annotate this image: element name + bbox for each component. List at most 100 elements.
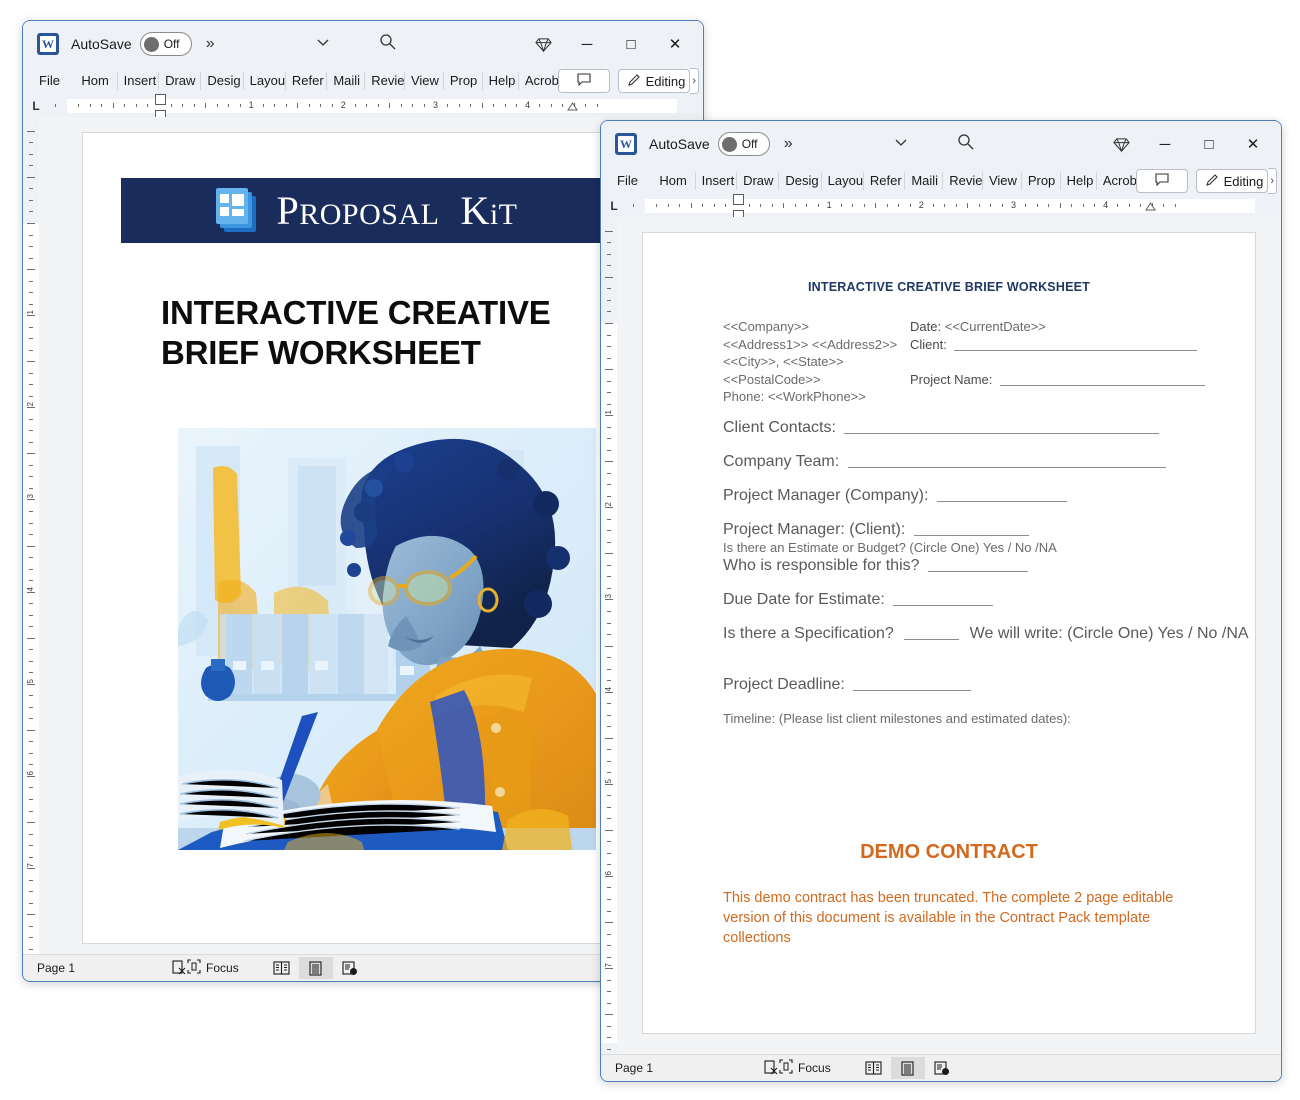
timeline-label: Timeline: (Please list client milestones… [723,711,1071,726]
word-window-foreground[interactable]: W AutoSave Off » ─ □ ✕ File Hom Insert D… [600,120,1282,1082]
horizontal-ruler-window1[interactable]: L 1 2 3 4 [23,94,703,121]
tab-design-2[interactable]: Desig [779,172,822,190]
due-date-rule[interactable] [893,592,994,606]
proofing-errors-icon[interactable] [171,959,187,978]
autosave-label-2: AutoSave [649,136,710,152]
ribbon-overflow-caret[interactable]: › [690,68,699,94]
read-mode-button-2[interactable] [857,1057,891,1079]
company-team-rule[interactable] [847,454,1166,468]
titlebar-window2: W AutoSave Off » ─ □ ✕ [601,121,1281,167]
tab-proposal-2[interactable]: Prop [1022,172,1061,190]
tab-insert-2[interactable]: Insert [696,172,738,190]
diamond-icon-2[interactable] [1099,121,1143,167]
close-button[interactable]: ✕ [653,21,697,67]
search-icon-2[interactable] [957,133,974,155]
comment-button-2[interactable] [1135,169,1188,193]
first-line-indent-marker-2[interactable] [733,194,744,205]
tab-mailings[interactable]: Maili [327,72,366,90]
print-layout-button-2[interactable] [890,1057,925,1079]
page-indicator-2[interactable]: Page 1 [615,1061,653,1075]
autosave-toggle-knob [143,36,159,52]
worksheet-heading: INTERACTIVE CREATIVE BRIEF WORKSHEET [808,280,1090,294]
autosave-toggle[interactable]: Off [139,32,192,56]
chevron-down-icon[interactable] [315,34,331,54]
tab-file-2[interactable]: File [611,172,653,190]
vruler-tick-3: 3 [604,594,613,599]
vertical-ruler-window1[interactable]: 1 2 3 4 5 6 7 [23,117,39,958]
editing-mode-button-2[interactable]: Editing [1195,169,1269,193]
tab-mailings-2[interactable]: Maili [905,172,944,190]
tab-stop-selector[interactable]: L [23,99,49,113]
client-contacts-rule[interactable] [844,420,1160,434]
close-button-2[interactable]: ✕ [1231,121,1275,167]
tab-home-2[interactable]: Hom [653,172,696,190]
tab-review[interactable]: Revie [365,72,405,90]
tab-references[interactable]: Refer [286,72,328,90]
tab-acrobat-2[interactable]: Acrob [1097,172,1136,190]
tab-insert[interactable]: Insert [118,72,160,90]
client-contacts-label: Client Contacts: [723,419,836,436]
specification-rule[interactable] [904,626,960,640]
tab-help-2[interactable]: Help [1061,172,1097,190]
estimate-budget-question: Is there an Estimate or Budget? (Circle … [723,540,1057,555]
tab-draw-2[interactable]: Draw [737,172,780,190]
qat-overflow-icon[interactable]: » [206,35,215,53]
document-page-2[interactable]: INTERACTIVE CREATIVE BRIEF WORKSHEET <<C… [643,233,1255,1033]
focus-mode-button[interactable]: Focus [187,959,239,977]
tab-draw[interactable]: Draw [159,72,202,90]
tab-references-2[interactable]: Refer [864,172,906,190]
tab-review-2[interactable]: Revie [943,172,983,190]
minimize-button[interactable]: ─ [565,21,609,67]
editing-mode-button[interactable]: Editing [617,69,691,93]
project-manager-company-rule[interactable] [936,488,1067,502]
client-input-rule[interactable] [954,337,1198,351]
search-icon[interactable] [379,33,396,55]
page-indicator[interactable]: Page 1 [37,961,75,975]
right-indent-marker-2[interactable] [1145,202,1156,211]
responsible-rule[interactable] [927,558,1028,572]
project-deadline-rule[interactable] [853,677,972,691]
tab-layout-2[interactable]: Layou [822,172,864,190]
document-page-1[interactable]: PROPOSAL KiT INTERACTIVE CREATIVE BRIEF … [83,133,643,943]
tab-proposal[interactable]: Prop [444,72,483,90]
right-indent-marker[interactable] [567,102,578,111]
vruler-tick-2: 2 [26,402,35,407]
print-layout-button[interactable] [298,957,333,979]
read-mode-button[interactable] [265,957,299,979]
focus-mode-button-2[interactable]: Focus [779,1059,831,1077]
project-name-input-rule[interactable] [1000,372,1205,386]
first-line-indent-marker[interactable] [155,94,166,105]
maximize-button[interactable]: □ [609,21,653,67]
vertical-ruler-window2[interactable]: 1 2 3 4 5 6 7 [601,217,617,1055]
comment-button[interactable] [557,69,610,93]
web-layout-button[interactable] [333,957,367,979]
diamond-icon[interactable] [521,21,565,67]
qat-overflow-icon-2[interactable]: » [784,135,793,153]
maximize-button-2[interactable]: □ [1187,121,1231,167]
project-manager-client-rule[interactable] [913,522,1029,536]
tab-design[interactable]: Desig [201,72,244,90]
horizontal-ruler-window2[interactable]: L 1 2 3 4 [601,194,1281,221]
autosave-state: Off [163,37,180,51]
proposal-kit-wordmark: PROPOSAL KiT [276,187,517,234]
tab-home[interactable]: Hom [75,72,118,90]
ruler-tick-3: 3 [432,100,438,110]
tab-stop-selector-2[interactable]: L [601,199,627,213]
tab-view[interactable]: View [405,72,444,90]
autosave-toggle-2[interactable]: Off [717,132,770,156]
ribbon-overflow-caret-2[interactable]: › [1268,168,1277,194]
chevron-down-icon-2[interactable] [893,134,909,154]
proofing-errors-icon-2[interactable] [763,1059,779,1078]
vruler-tick-4: 4 [604,686,613,692]
web-layout-button-2[interactable] [925,1057,959,1079]
client-contacts-field: Client Contacts: [723,419,1160,437]
tab-help[interactable]: Help [483,72,519,90]
tab-file[interactable]: File [33,72,75,90]
tab-layout[interactable]: Layou [244,72,286,90]
document-canvas-window2[interactable]: INTERACTIVE CREATIVE BRIEF WORKSHEET <<C… [617,217,1281,1055]
minimize-button-2[interactable]: ─ [1143,121,1187,167]
vruler-tick-6: 6 [604,870,613,876]
focus-label-2: Focus [798,1061,831,1075]
tab-view-2[interactable]: View [983,172,1022,190]
tab-acrobat[interactable]: Acrob [519,72,558,90]
